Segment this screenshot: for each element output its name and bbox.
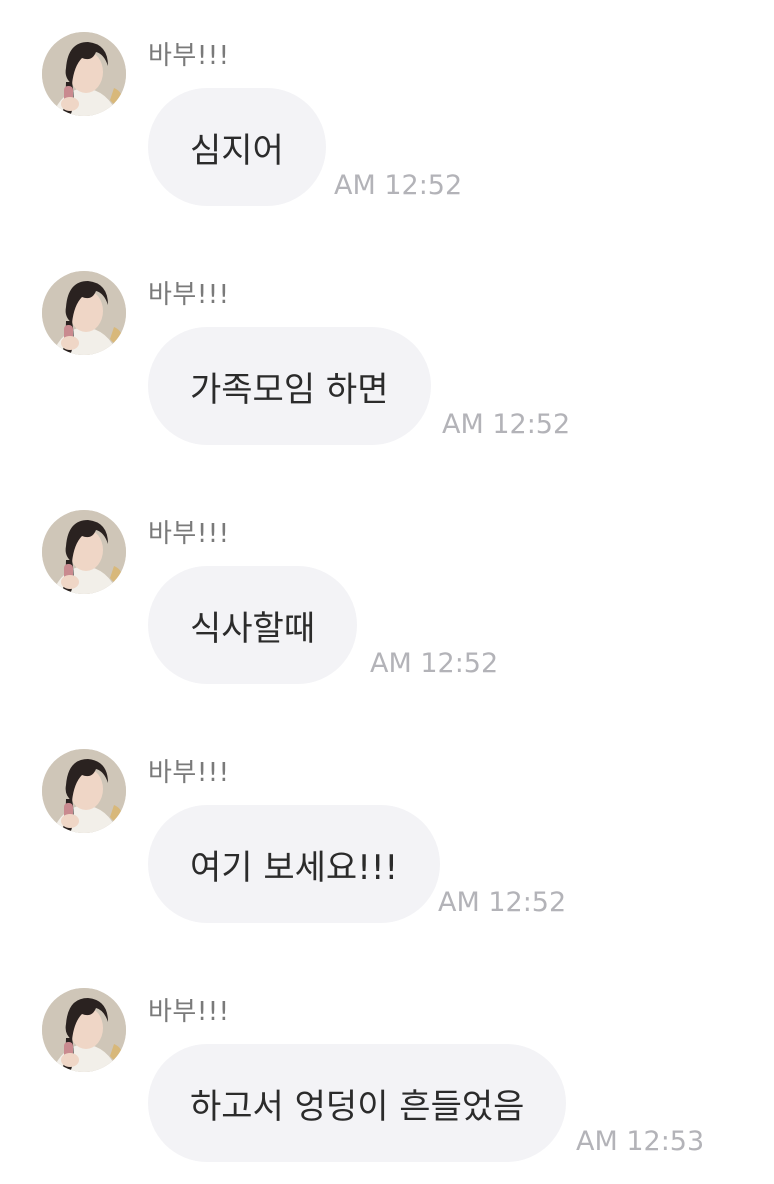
chat-message: 바부!!! 가족모임 하면 AM 12:52 xyxy=(0,239,774,445)
message-timestamp: AM 12:52 xyxy=(334,170,463,201)
sender-name: 바부!!! xyxy=(148,519,230,549)
chat-message-list[interactable]: 바부!!! 심지어 AM 12:52 바부!!! 가족모임 하면 AM 12:5… xyxy=(0,0,774,1184)
avatar-photo-icon xyxy=(42,32,126,116)
message-timestamp: AM 12:52 xyxy=(370,648,499,679)
chat-message: 바부!!! 여기 보세요!!! AM 12:52 xyxy=(0,717,774,923)
message-bubble[interactable]: 하고서 엉덩이 흔들었음 xyxy=(148,1044,567,1162)
avatar[interactable] xyxy=(42,32,126,116)
avatar[interactable] xyxy=(42,749,126,833)
sender-name: 바부!!! xyxy=(148,758,230,788)
sender-name: 바부!!! xyxy=(148,997,230,1027)
message-bubble[interactable]: 여기 보세요!!! xyxy=(148,805,441,923)
chat-message: 바부!!! 심지어 AM 12:52 xyxy=(0,0,774,206)
chat-message: 바부!!! 하고서 엉덩이 흔들었음 AM 12:53 xyxy=(0,956,774,1162)
avatar[interactable] xyxy=(42,510,126,594)
avatar[interactable] xyxy=(42,271,126,355)
chat-message: 바부!!! 식사할때 AM 12:52 xyxy=(0,478,774,684)
avatar-photo-icon xyxy=(42,749,126,833)
avatar-photo-icon xyxy=(42,510,126,594)
sender-name: 바부!!! xyxy=(148,41,230,71)
avatar-photo-icon xyxy=(42,271,126,355)
message-timestamp: AM 12:53 xyxy=(576,1126,705,1157)
message-timestamp: AM 12:52 xyxy=(438,887,567,918)
message-timestamp: AM 12:52 xyxy=(442,409,571,440)
message-bubble[interactable]: 식사할때 xyxy=(148,566,358,684)
message-bubble[interactable]: 심지어 xyxy=(148,88,326,206)
message-bubble[interactable]: 가족모임 하면 xyxy=(148,327,431,445)
avatar[interactable] xyxy=(42,988,126,1072)
sender-name: 바부!!! xyxy=(148,280,230,310)
avatar-photo-icon xyxy=(42,988,126,1072)
